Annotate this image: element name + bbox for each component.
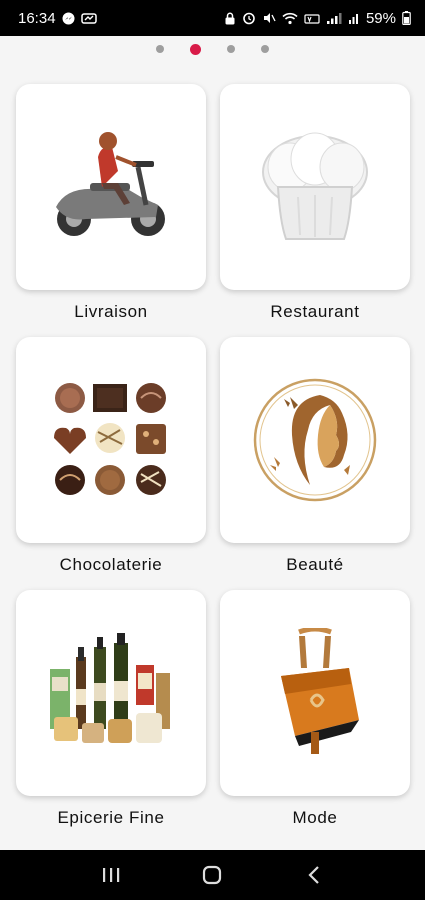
category-livraison[interactable]: Livraison: [16, 84, 206, 337]
wifi-icon: [282, 12, 298, 25]
category-card[interactable]: [220, 337, 410, 543]
signal-2-icon: [348, 12, 360, 25]
battery-icon: [402, 11, 411, 25]
mute-icon: [262, 11, 276, 25]
signal-icon: [326, 12, 342, 25]
beauty-woman-icon: [253, 378, 377, 502]
category-grid: Livraison Restaurant Chocolaterie Beauté…: [16, 84, 410, 843]
category-card[interactable]: [220, 84, 410, 290]
messenger-icon: [62, 12, 75, 25]
category-card[interactable]: [16, 590, 206, 796]
volte-icon: [304, 12, 320, 25]
category-label: Mode: [292, 808, 338, 827]
status-time: 16:34: [18, 9, 56, 27]
category-label: Chocolaterie: [59, 555, 163, 574]
home-icon: [203, 865, 222, 885]
category-label: Livraison: [74, 302, 148, 321]
handbag-icon: [281, 628, 359, 754]
page-indicator: [0, 40, 425, 58]
chocolates-icon: [54, 383, 166, 495]
category-label: Beauté: [286, 555, 344, 574]
category-chocolaterie[interactable]: Chocolaterie: [16, 337, 206, 590]
alarm-icon: [242, 11, 256, 25]
category-card[interactable]: [16, 337, 206, 543]
status-bar: 16:34 59%: [0, 0, 425, 36]
scooter-delivery-icon: [56, 132, 165, 236]
page-dot-active[interactable]: [190, 43, 201, 55]
lock-icon: [224, 12, 236, 25]
category-label: Restaurant: [270, 302, 360, 321]
app-notification-icon: [80, 12, 97, 25]
category-card[interactable]: [16, 84, 206, 290]
back-button[interactable]: [294, 855, 334, 895]
grocery-products-icon: [50, 633, 170, 743]
page-dot[interactable]: [156, 45, 164, 53]
battery-percent: 59%: [365, 9, 396, 27]
page-dot[interactable]: [227, 45, 235, 53]
category-restaurant[interactable]: Restaurant: [220, 84, 410, 337]
recent-apps-icon: [102, 868, 120, 882]
category-epicerie-fine[interactable]: Epicerie Fine: [16, 590, 206, 843]
category-beaute[interactable]: Beauté: [220, 337, 410, 590]
category-label: Epicerie Fine: [57, 808, 165, 827]
chef-hat-icon: [262, 132, 368, 240]
back-icon: [308, 866, 319, 884]
system-navigation-bar: [0, 850, 425, 900]
category-card[interactable]: [220, 590, 410, 796]
category-mode[interactable]: Mode: [220, 590, 410, 843]
home-button[interactable]: [192, 855, 232, 895]
recent-apps-button[interactable]: [91, 855, 131, 895]
page-dot[interactable]: [261, 45, 269, 53]
